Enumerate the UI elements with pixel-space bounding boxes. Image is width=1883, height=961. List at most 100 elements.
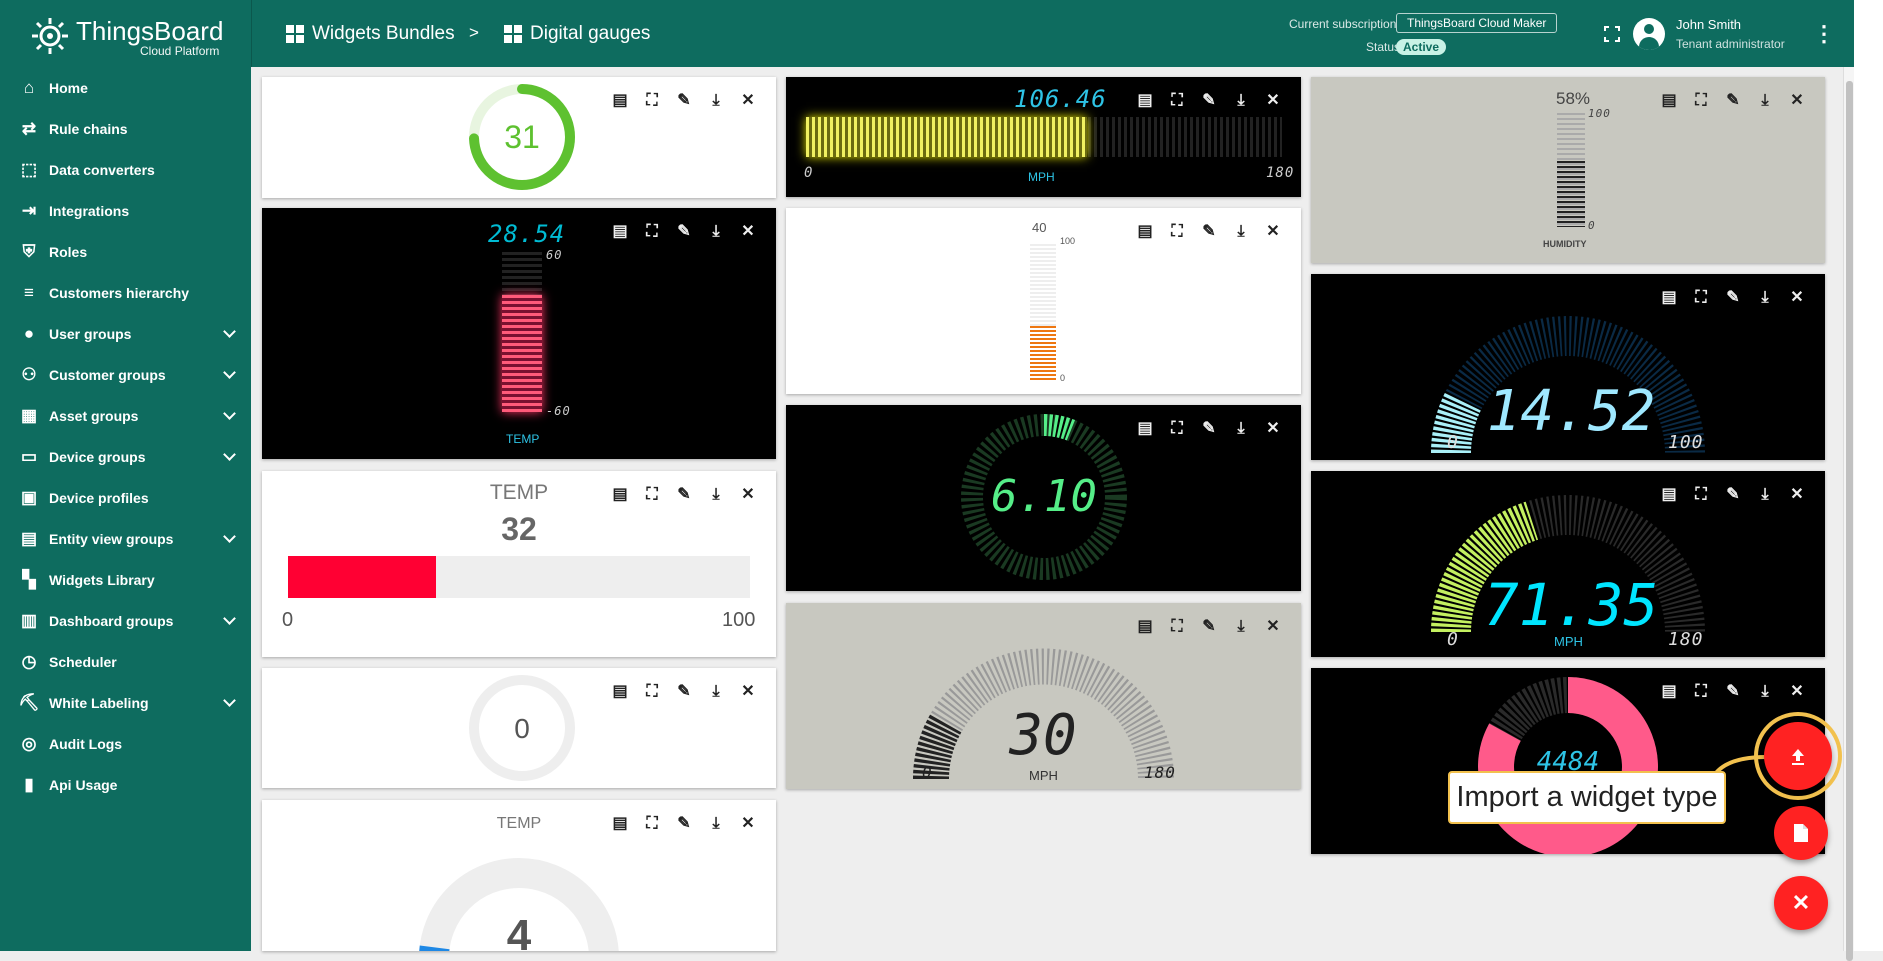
sidebar-item-integrations[interactable]: ⇥ Integrations [0,190,251,231]
fullscreen-icon[interactable]: ⛶ [1691,485,1711,505]
close-icon[interactable]: ✕ [738,222,758,242]
sidebar-item-device-groups[interactable]: ▭ Device groups [0,436,251,477]
chevron-down-icon[interactable] [223,407,236,420]
export-icon[interactable]: ▤ [1135,419,1155,439]
export-icon[interactable]: ▤ [1659,682,1679,702]
download-icon[interactable]: ⤓ [1755,91,1775,111]
subscription-plan-badge[interactable]: ThingsBoard Cloud Maker [1396,13,1558,33]
sidebar-item-user-groups[interactable]: ● User groups [0,313,251,354]
close-icon[interactable]: ✕ [1787,485,1807,505]
close-icon[interactable]: ✕ [1263,617,1283,637]
edit-icon[interactable]: ✎ [1199,617,1219,637]
user-avatar[interactable] [1633,18,1665,50]
download-icon[interactable]: ⤓ [706,91,726,111]
sidebar-item-asset-groups[interactable]: ▦ Asset groups [0,395,251,436]
edit-icon[interactable]: ✎ [1723,485,1743,505]
fullscreen-icon[interactable]: ⛶ [1167,617,1187,637]
download-icon[interactable]: ⤓ [706,222,726,242]
export-icon[interactable]: ▤ [1135,222,1155,242]
widget-card-arc-cyan[interactable]: 14.52 0 100 ▤ ⛶ ✎ ⤓ ✕ [1311,274,1825,460]
fullscreen-icon[interactable]: ⛶ [642,91,662,111]
sidebar-item-data-converters[interactable]: ⬚ Data converters [0,149,251,190]
fullscreen-icon[interactable]: ⛶ [1691,288,1711,308]
download-icon[interactable]: ⤓ [706,485,726,505]
close-fab-button[interactable]: ✕ [1774,876,1828,930]
breadcrumb-parent[interactable]: Widgets Bundles [286,23,455,45]
widget-card-donut-zero[interactable]: 0 ▤ ⛶ ✎ ⤓ ✕ [262,668,776,788]
chevron-down-icon[interactable] [223,530,236,543]
widget-card-hbar-temp[interactable]: TEMP 32 0 100 ▤ ⛶ ✎ ⤓ ✕ [262,471,776,657]
fullscreen-icon[interactable]: ⛶ [642,814,662,834]
import-widget-button[interactable] [1764,722,1832,790]
fullscreen-icon[interactable]: ⛶ [642,682,662,702]
export-icon[interactable]: ▤ [1659,485,1679,505]
fullscreen-icon[interactable]: ⛶ [642,222,662,242]
close-icon[interactable]: ✕ [1263,222,1283,242]
sidebar-item-roles[interactable]: ⛨ Roles [0,231,251,272]
thingsboard-logo-icon[interactable] [28,12,72,56]
close-icon[interactable]: ✕ [738,814,758,834]
export-icon[interactable]: ▤ [1659,288,1679,308]
edit-icon[interactable]: ✎ [674,485,694,505]
fullscreen-icon[interactable]: ⛶ [1167,91,1187,111]
download-icon[interactable]: ⤓ [1755,485,1775,505]
fullscreen-icon[interactable]: ⛶ [1691,91,1711,111]
edit-icon[interactable]: ✎ [1199,419,1219,439]
edit-icon[interactable]: ✎ [674,814,694,834]
scrollbar-thumb[interactable] [1846,81,1853,961]
export-icon[interactable]: ▤ [1659,91,1679,111]
download-icon[interactable]: ⤓ [706,814,726,834]
widget-card-hbar-mph[interactable]: 106.46 0 MPH 180 ▤ ⛶ ✎ ⤓ ✕ [786,77,1301,197]
more-vert-icon[interactable]: ⋮ [1809,19,1839,49]
sidebar-item-white-labeling[interactable]: ⛏ White Labeling [0,682,251,723]
sidebar-item-customers-hierarchy[interactable]: ≡ Customers hierarchy [0,272,251,313]
sidebar-item-api-usage[interactable]: ▮ Api Usage [0,764,251,805]
download-icon[interactable]: ⤓ [1231,222,1251,242]
export-icon[interactable]: ▤ [1135,91,1155,111]
export-icon[interactable]: ▤ [610,814,630,834]
sidebar-item-device-profiles[interactable]: ▣ Device profiles [0,477,251,518]
edit-icon[interactable]: ✎ [674,222,694,242]
create-widget-button[interactable] [1774,806,1828,860]
sidebar-item-audit-logs[interactable]: ◎ Audit Logs [0,723,251,764]
widget-card-arc-lime[interactable]: 71.35 0 MPH 180 ▤ ⛶ ✎ ⤓ ✕ [1311,471,1825,657]
sidebar-item-customer-groups[interactable]: ⚇ Customer groups [0,354,251,395]
fullscreen-icon[interactable]: ⛶ [1167,419,1187,439]
close-icon[interactable]: ✕ [1263,419,1283,439]
export-icon[interactable]: ▤ [610,485,630,505]
download-icon[interactable]: ⤓ [1231,419,1251,439]
widget-card-arc-temp[interactable]: TEMP 4 ▤ ⛶ ✎ ⤓ ✕ [262,800,776,951]
edit-icon[interactable]: ✎ [1723,682,1743,702]
sidebar-item-entity-view-groups[interactable]: ▤ Entity view groups [0,518,251,559]
sidebar-item-rule-chains[interactable]: ⇄ Rule chains [0,108,251,149]
download-icon[interactable]: ⤓ [1231,91,1251,111]
edit-icon[interactable]: ✎ [674,682,694,702]
chevron-down-icon[interactable] [223,366,236,379]
edit-icon[interactable]: ✎ [1723,288,1743,308]
close-icon[interactable]: ✕ [738,682,758,702]
widget-card-humidity[interactable]: 58% 100 0 HUMIDITY ▤ ⛶ ✎ ⤓ ✕ [1311,77,1825,263]
export-icon[interactable]: ▤ [1135,617,1155,637]
widget-card-dial-green[interactable]: 6.10 ▤ ⛶ ✎ ⤓ ✕ [786,405,1301,591]
sidebar-item-scheduler[interactable]: ◷ Scheduler [0,641,251,682]
close-icon[interactable]: ✕ [1787,288,1807,308]
export-icon[interactable]: ▤ [610,682,630,702]
close-icon[interactable]: ✕ [738,485,758,505]
close-icon[interactable]: ✕ [1787,91,1807,111]
fullscreen-icon[interactable] [1597,19,1627,49]
chevron-down-icon[interactable] [223,694,236,707]
close-icon[interactable]: ✕ [1263,91,1283,111]
sidebar-item-dashboard-groups[interactable]: ▥ Dashboard groups [0,600,251,641]
download-icon[interactable]: ⤓ [1231,617,1251,637]
download-icon[interactable]: ⤓ [1755,288,1775,308]
widget-card-donut-green[interactable]: 31 ▤ ⛶ ✎ ⤓ ✕ [262,77,776,198]
widget-card-speedo-grey[interactable]: 30 0 MPH 180 ▤ ⛶ ✎ ⤓ ✕ [786,603,1301,789]
fullscreen-icon[interactable]: ⛶ [1691,682,1711,702]
widget-card-vbar-temp[interactable]: 28.54 60 -60 TEMP ▤ ⛶ ✎ ⤓ ✕ [262,208,776,459]
widget-card-vbar-orange[interactable]: 40 100 0 ▤ ⛶ ✎ ⤓ ✕ [786,208,1301,394]
edit-icon[interactable]: ✎ [674,91,694,111]
export-icon[interactable]: ▤ [610,91,630,111]
export-icon[interactable]: ▤ [610,222,630,242]
app-title[interactable]: ThingsBoard [76,16,223,47]
download-icon[interactable]: ⤓ [1755,682,1775,702]
